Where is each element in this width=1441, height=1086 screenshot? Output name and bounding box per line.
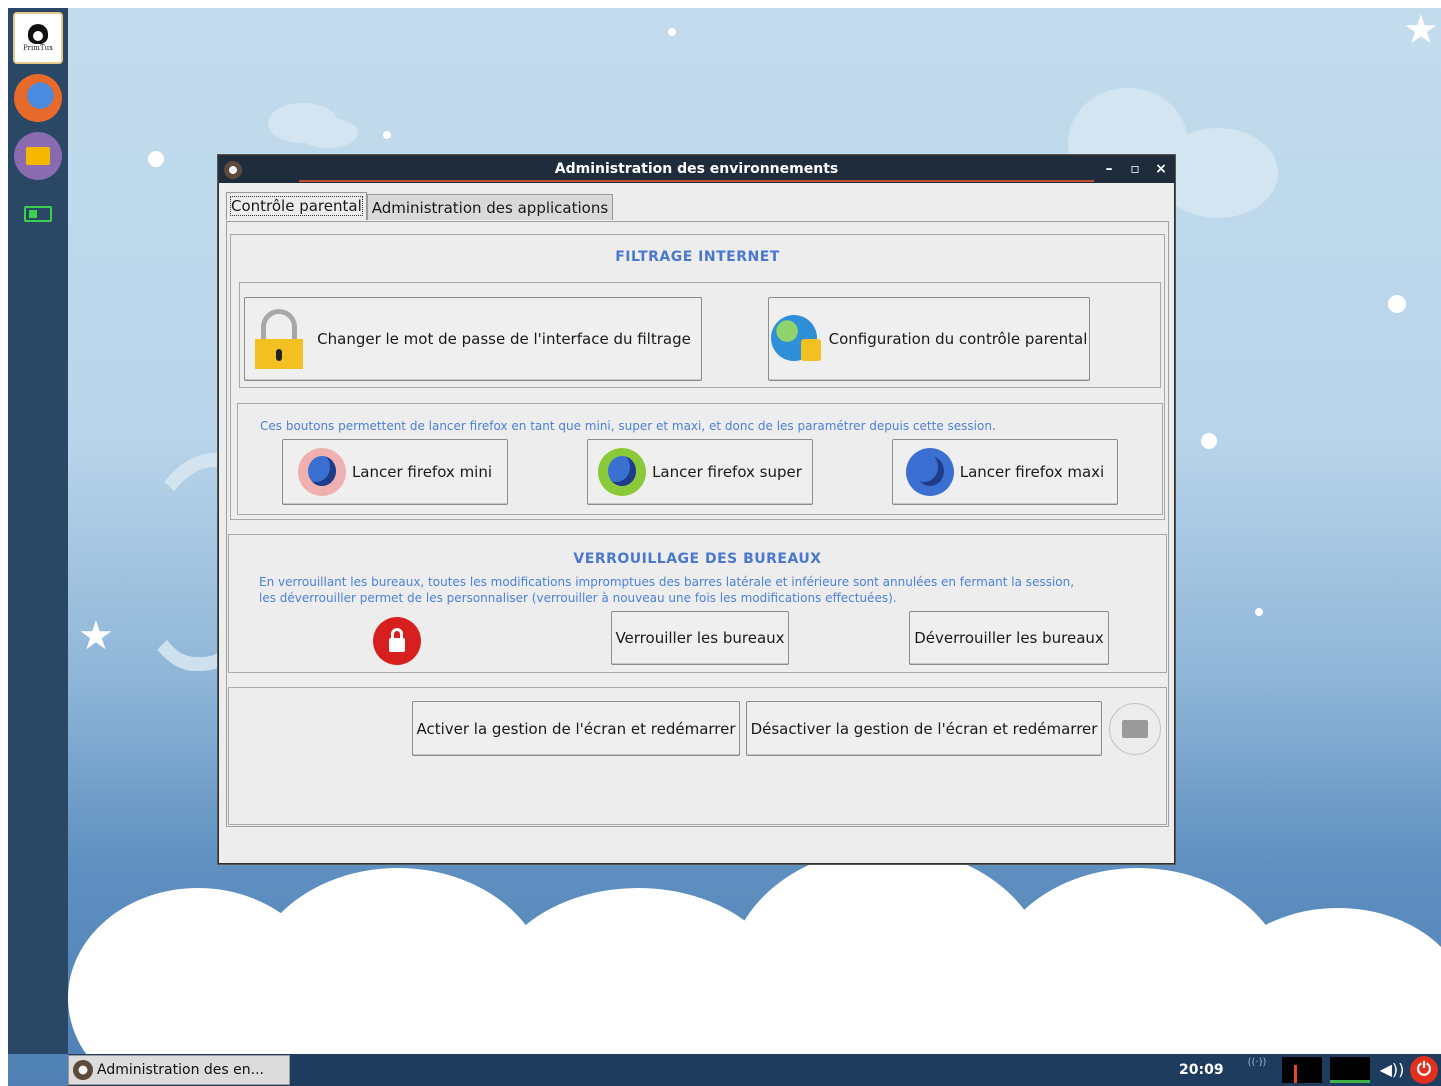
firefox-super-icon bbox=[598, 448, 647, 496]
dock-primtux-launcher[interactable]: PrimTux bbox=[10, 10, 66, 66]
padlock-icon bbox=[255, 309, 304, 369]
snow-dot bbox=[668, 28, 676, 36]
snow-dot bbox=[1201, 433, 1217, 449]
snow-dot bbox=[1255, 608, 1263, 616]
red-padlock-icon bbox=[373, 617, 421, 665]
change-filter-password-button[interactable]: Changer le mot de passe de l'interface d… bbox=[244, 297, 702, 381]
firefox-buttons-group: Ces boutons permettent de lancer firefox… bbox=[237, 403, 1163, 515]
cpu-monitor[interactable] bbox=[1282, 1057, 1322, 1083]
tab-bar: Contrôle parental Administration des app… bbox=[226, 192, 614, 220]
filtering-section: FILTRAGE INTERNET Changer le mot de pass… bbox=[230, 234, 1165, 520]
desktop-lock-section: VERROUILLAGE DES BUREAUX En verrouillant… bbox=[228, 534, 1167, 673]
snow-dot bbox=[1388, 295, 1406, 313]
activate-screen-management-button[interactable]: Activer la gestion de l'écran et redémar… bbox=[412, 701, 740, 756]
snow-dot bbox=[148, 151, 164, 167]
title-underline bbox=[299, 180, 1094, 182]
admin-window: Administration des environnements – ▫ × … bbox=[218, 155, 1175, 864]
filtering-buttons-group: Changer le mot de passe de l'interface d… bbox=[239, 282, 1161, 388]
filtering-title: FILTRAGE INTERNET bbox=[615, 249, 780, 265]
minimize-button[interactable]: – bbox=[1102, 156, 1116, 183]
desktop-lock-title: VERROUILLAGE DES BUREAUX bbox=[573, 551, 822, 567]
left-dock: PrimTux bbox=[8, 8, 68, 1054]
power-icon[interactable]: ⏻ bbox=[1410, 1056, 1438, 1084]
star-icon: ★ bbox=[78, 613, 114, 659]
launch-firefox-maxi-button[interactable]: Lancer firefox maxi bbox=[892, 439, 1118, 505]
cloud bbox=[1158, 128, 1278, 218]
close-button[interactable]: × bbox=[1154, 156, 1168, 183]
firefox-icon bbox=[14, 74, 62, 122]
star-icon: ★ bbox=[1403, 8, 1439, 53]
window-title: Administration des environnements bbox=[554, 161, 839, 177]
monitor-icon bbox=[1122, 720, 1148, 738]
dock-file-manager[interactable] bbox=[10, 128, 66, 184]
folder-icon bbox=[14, 132, 62, 180]
launch-firefox-mini-button[interactable]: Lancer firefox mini bbox=[282, 439, 508, 505]
parental-control-panel: FILTRAGE INTERNET Changer le mot de pass… bbox=[226, 221, 1169, 827]
tab-parental-control[interactable]: Contrôle parental bbox=[226, 192, 367, 220]
maximize-button[interactable]: ▫ bbox=[1128, 156, 1142, 183]
taskbar-window-button[interactable]: Administration des en... bbox=[68, 1055, 290, 1085]
parental-config-button[interactable]: Configuration du contrôle parental bbox=[768, 297, 1090, 381]
firefox-mini-icon bbox=[297, 448, 346, 496]
tab-applications-admin[interactable]: Administration des applications bbox=[366, 194, 614, 220]
dock-firefox[interactable] bbox=[10, 70, 66, 126]
screen-management-section: Activer la gestion de l'écran et redémar… bbox=[228, 687, 1167, 825]
window-titlebar[interactable]: Administration des environnements – ▫ × bbox=[219, 156, 1174, 183]
snow-dot bbox=[383, 131, 391, 139]
network-icon[interactable]: ((·)) bbox=[1240, 1057, 1274, 1083]
firefox-maxi-icon bbox=[905, 448, 954, 496]
desktop-lock-hint-2: les déverrouiller permet de les personna… bbox=[259, 591, 897, 605]
clock[interactable]: 20:09 bbox=[1179, 1054, 1224, 1086]
primtux-logo-icon: PrimTux bbox=[13, 12, 63, 64]
taskbar: Administration des en... 20:09 ((·)) ◀))… bbox=[68, 1054, 1441, 1086]
desktop-lock-hint-1: En verrouillant les bureaux, toutes les … bbox=[259, 575, 1075, 589]
globe-lock-icon bbox=[770, 313, 823, 365]
unlock-desktops-button[interactable]: Déverrouiller les bureaux bbox=[909, 611, 1109, 665]
memory-monitor[interactable] bbox=[1330, 1057, 1370, 1083]
battery-icon bbox=[24, 206, 52, 222]
app-icon bbox=[224, 161, 242, 179]
firefox-hint: Ces boutons permettent de lancer firefox… bbox=[260, 419, 996, 433]
app-icon bbox=[73, 1060, 93, 1080]
cloud bbox=[298, 118, 358, 148]
dock-battery[interactable] bbox=[10, 186, 66, 242]
volume-icon[interactable]: ◀)) bbox=[1378, 1057, 1406, 1083]
screen-settings-button[interactable] bbox=[1109, 703, 1161, 755]
lock-desktops-button[interactable]: Verrouiller les bureaux bbox=[611, 611, 789, 665]
deactivate-screen-management-button[interactable]: Désactiver la gestion de l'écran et redé… bbox=[746, 701, 1102, 756]
launch-firefox-super-button[interactable]: Lancer firefox super bbox=[587, 439, 813, 505]
